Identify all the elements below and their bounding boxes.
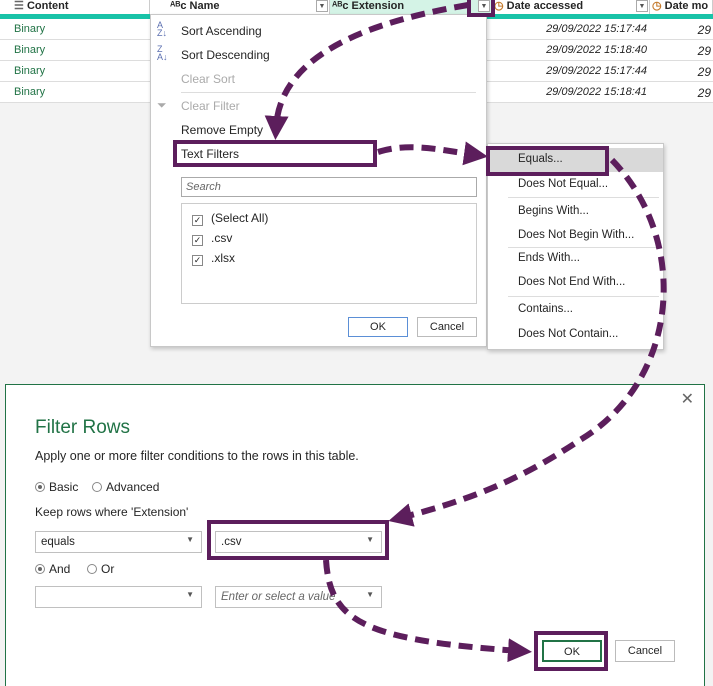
arrow-to-ok (323, 559, 532, 663)
arrow-to-text-filters (264, 2, 469, 140)
annotation-arrows (264, 2, 667, 663)
arrow-to-value-select (388, 157, 667, 527)
arrow-to-equals (377, 141, 488, 166)
